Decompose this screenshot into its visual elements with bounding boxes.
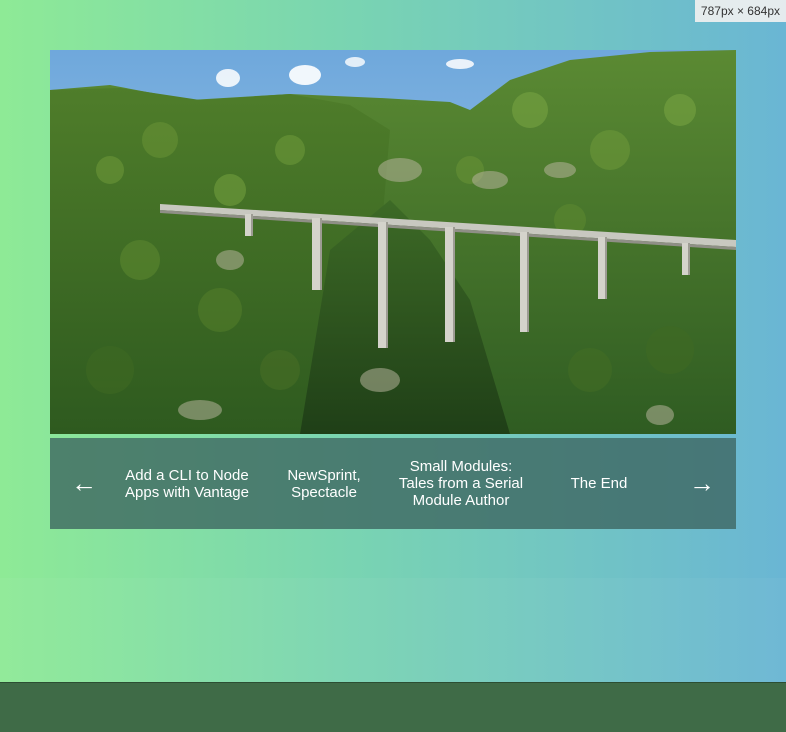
prev-arrow-icon[interactable]: ← <box>50 438 118 529</box>
bottom-strip <box>0 682 786 732</box>
viewport-size-badge: 787px × 684px <box>694 0 786 22</box>
landscape-photo-viaduct-icon <box>50 50 736 434</box>
lower-band <box>0 578 786 682</box>
article-carousel: ← Add a CLI to Node Apps with Vantage Ne… <box>50 438 736 529</box>
carousel-item-the-end[interactable]: The End <box>530 475 668 492</box>
carousel-item-newsprint[interactable]: NewSprint, Spectacle <box>256 467 392 501</box>
carousel-item-small-modules[interactable]: Small Modules: Tales from a Serial Modul… <box>392 458 530 509</box>
next-arrow-icon[interactable]: → <box>668 438 736 529</box>
carousel-item-vantage[interactable]: Add a CLI to Node Apps with Vantage <box>118 467 256 501</box>
page-viewport: 787px × 684px ← Add a CLI to Node Apps w… <box>0 0 786 682</box>
hero-image <box>50 50 736 434</box>
